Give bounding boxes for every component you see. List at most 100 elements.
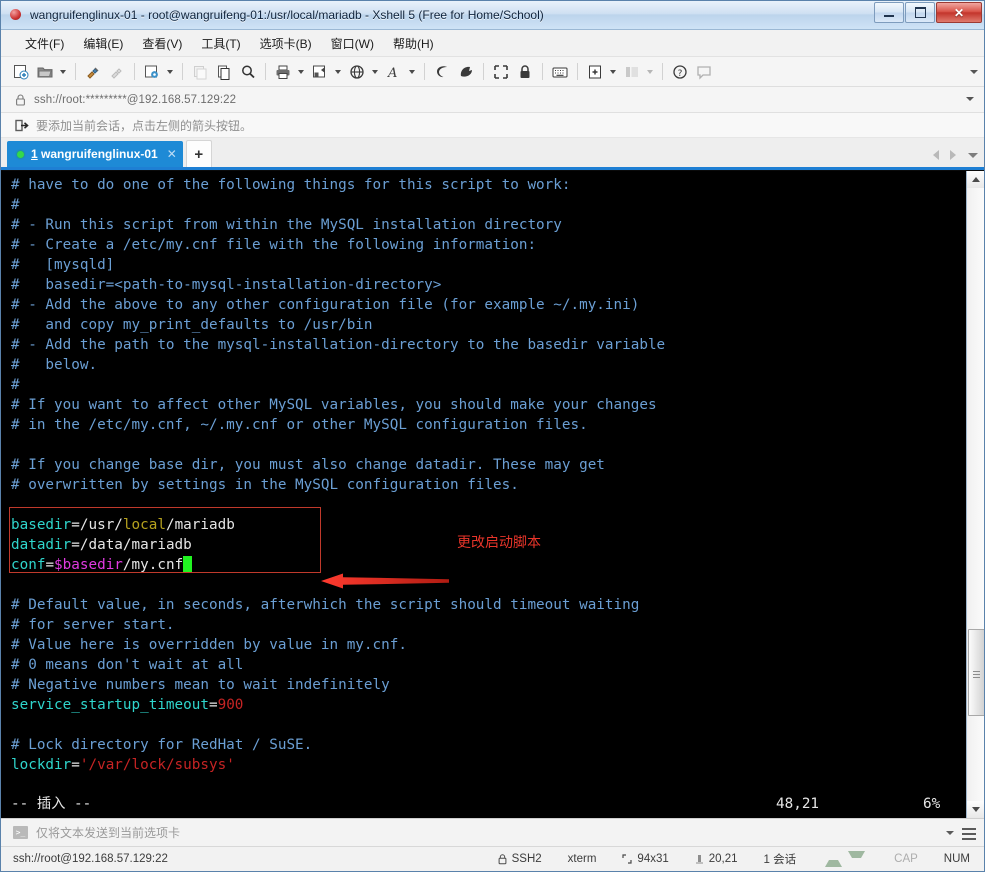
add-session-arrow-icon[interactable]	[15, 119, 29, 132]
maximize-button[interactable]	[905, 2, 935, 23]
terminal-line: # [mysqld]	[11, 255, 966, 275]
lock-icon[interactable]	[514, 61, 536, 82]
tab-close-icon[interactable]: ✕	[167, 148, 177, 160]
fullscreen-icon[interactable]	[490, 61, 512, 82]
send-options-menu-icon[interactable]	[962, 825, 976, 843]
vim-status-line: -- 插入 -- 48,21 6%	[11, 794, 952, 814]
send-target-dropdown-icon[interactable]	[946, 831, 954, 835]
layout-dropdown-icon[interactable]	[332, 61, 343, 82]
keyboard-icon[interactable]	[549, 61, 571, 82]
layout-icon[interactable]	[309, 61, 331, 82]
print-icon[interactable]	[272, 61, 294, 82]
terminal-line: # below.	[11, 355, 966, 375]
terminal-span: # - Run this script from within the MySQ…	[11, 217, 562, 233]
toolbar-separator	[182, 63, 183, 80]
globe-dropdown-icon[interactable]	[369, 61, 380, 82]
add-tab-icon[interactable]	[584, 61, 606, 82]
address-dropdown-icon[interactable]	[966, 97, 974, 101]
menu-tools[interactable]: 工具(T)	[193, 32, 248, 55]
upload-arrow-icon	[825, 851, 843, 867]
terminal-span: # Default value, in seconds, afterwhich …	[11, 597, 640, 613]
tab-title: wangruifenglinux-01	[41, 147, 158, 161]
menu-view[interactable]: 查看(V)	[134, 32, 190, 55]
menu-edit[interactable]: 编辑(E)	[75, 32, 131, 55]
terminal-span: # for server start.	[11, 617, 175, 633]
connect-icon[interactable]	[82, 61, 104, 82]
terminal-span: # - Add the above to any other configura…	[11, 297, 640, 313]
toolbar-overflow-button[interactable]	[970, 57, 978, 86]
terminal-span: /my.cnf	[122, 557, 184, 573]
font-icon[interactable]: A	[383, 61, 405, 82]
close-button[interactable]: ✕	[936, 2, 982, 23]
send-command-input[interactable]: 仅将文本发送到当前选项卡	[36, 824, 180, 841]
terminal-span: # overwritten by settings in the MySQL c…	[11, 477, 519, 493]
split-view-dropdown-icon[interactable]	[644, 61, 655, 82]
terminal-scrollbar[interactable]	[966, 171, 984, 818]
add-tab-dropdown-icon[interactable]	[607, 61, 618, 82]
menu-window[interactable]: 窗口(W)	[323, 32, 382, 55]
toolbar-separator	[483, 63, 484, 80]
globe-icon[interactable]	[346, 61, 368, 82]
terminal-span: =/data/mariadb	[71, 537, 192, 553]
font-dropdown-icon[interactable]	[406, 61, 417, 82]
tab-scroll-right-icon[interactable]	[946, 147, 960, 163]
new-session-icon[interactable]	[10, 61, 32, 82]
terminal-span: $basedir	[54, 557, 123, 573]
menu-file[interactable]: 文件(F)	[17, 32, 72, 55]
resize-icon	[622, 854, 633, 864]
copy-session-icon[interactable]	[189, 61, 211, 82]
toolbar-separator	[577, 63, 578, 80]
status-transfer-indicators	[809, 851, 881, 867]
terminal-span: conf	[11, 557, 46, 573]
terminal-span: basedir	[11, 517, 72, 533]
split-view-icon[interactable]	[621, 61, 643, 82]
scrollbar-track[interactable]	[967, 188, 984, 801]
terminal-span: local	[122, 517, 166, 533]
tab-list-dropdown-icon[interactable]	[966, 147, 980, 163]
print-dropdown-icon[interactable]	[295, 61, 306, 82]
terminal-span: =	[208, 697, 218, 713]
address-bar[interactable]: ssh://root:*********@192.168.57.129:22	[1, 87, 984, 113]
menu-help[interactable]: 帮助(H)	[385, 32, 442, 55]
scrollbar-thumb[interactable]	[968, 629, 984, 717]
open-folder-dropdown-icon[interactable]	[57, 61, 68, 82]
session-properties-dropdown-icon[interactable]	[164, 61, 175, 82]
comment-icon[interactable]	[693, 61, 715, 82]
terminal-line: # If you want to affect other MySQL vari…	[11, 395, 966, 415]
terminal-line: #	[11, 195, 966, 215]
scroll-down-icon[interactable]	[967, 801, 984, 818]
menu-tabs[interactable]: 选项卡(B)	[252, 32, 320, 55]
terminal-line: # - Run this script from within the MySQ…	[11, 215, 966, 235]
status-protocol-cell: SSH2	[485, 853, 555, 865]
session-properties-icon[interactable]	[141, 61, 163, 82]
tab-session-1[interactable]: 1 wangruifenglinux-01 ✕	[7, 141, 183, 167]
terminal-span: =/usr/	[71, 517, 123, 533]
terminal-line: # 0 means don't wait at all	[11, 655, 966, 675]
send-to-tab-bar[interactable]: >_ 仅将文本发送到当前选项卡	[1, 818, 984, 846]
tunnel-icon[interactable]	[455, 61, 477, 82]
session-manager-icon[interactable]	[431, 61, 453, 82]
download-arrow-icon	[848, 851, 866, 867]
tab-scroll-left-icon[interactable]	[929, 147, 943, 163]
disconnect-icon[interactable]	[106, 61, 128, 82]
toolbar-separator	[265, 63, 266, 80]
terminal-span: service_startup_timeout	[11, 697, 209, 713]
scroll-up-icon[interactable]	[967, 171, 984, 188]
help-icon[interactable]: ?	[669, 61, 691, 82]
terminal-screen[interactable]: # have to do one of the following things…	[1, 171, 966, 818]
status-size-cell: 94x31	[609, 853, 681, 865]
terminal-cursor	[183, 556, 193, 572]
toolbar-separator	[542, 63, 543, 80]
add-session-hint-bar: 要添加当前会话，点击左侧的箭头按钮。	[1, 113, 984, 138]
address-input[interactable]: ssh://root:*********@192.168.57.129:22	[34, 94, 236, 106]
open-folder-icon[interactable]	[34, 61, 56, 82]
toolbar-separator	[662, 63, 663, 80]
find-icon[interactable]	[237, 61, 259, 82]
paste-icon[interactable]	[213, 61, 235, 82]
new-tab-button[interactable]: +	[185, 140, 212, 167]
terminal-span: # Lock directory for RedHat / SuSE.	[11, 737, 313, 753]
terminal-line: # overwritten by settings in the MySQL c…	[11, 475, 966, 495]
status-cursor-cell: 20,21	[682, 853, 751, 865]
minimize-button[interactable]	[874, 2, 904, 23]
